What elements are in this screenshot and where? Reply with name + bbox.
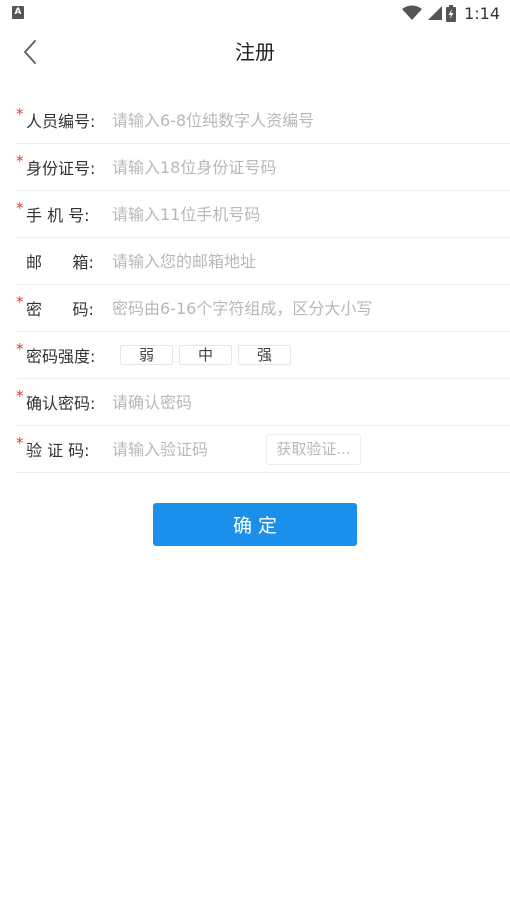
email-input[interactable] (112, 238, 502, 284)
verify-code-row: * 验 证 码: 获取验证... (16, 426, 510, 473)
status-icons: 1:14 (402, 3, 500, 23)
required-mark: * (16, 387, 24, 405)
required-mark: * (16, 105, 24, 123)
nav-bar: 注册 (0, 26, 510, 78)
strength-indicator: 弱 中 强 (120, 345, 291, 365)
required-mark: * (16, 340, 24, 358)
notification-icon: A (12, 6, 24, 19)
back-button[interactable] (14, 36, 46, 68)
signal-icon (428, 6, 443, 20)
verify-code-input[interactable] (112, 426, 262, 472)
password-input[interactable] (112, 285, 502, 331)
submit-button[interactable]: 确定 (153, 503, 357, 546)
phone-row: * 手 机 号: (16, 191, 510, 238)
strength-medium: 中 (179, 345, 232, 365)
phone-label: 手 机 号: (26, 206, 90, 225)
strength-strong: 强 (238, 345, 291, 365)
page-title: 注册 (235, 40, 275, 64)
required-mark: * (16, 434, 24, 452)
required-mark: * (16, 152, 24, 170)
chevron-left-icon (24, 40, 36, 64)
email-row: 邮 箱: (16, 238, 510, 285)
password-label: 密 码: (26, 300, 94, 319)
id-card-input[interactable] (112, 144, 502, 190)
employee-id-label: 人员编号: (26, 112, 96, 131)
required-mark: * (16, 199, 24, 217)
confirm-password-row: * 确认密码: (16, 379, 510, 426)
strength-weak: 弱 (120, 345, 173, 365)
required-mark: * (16, 293, 24, 311)
id-card-row: * 身份证号: (16, 144, 510, 191)
confirm-password-label: 确认密码: (26, 394, 96, 413)
wifi-icon (402, 5, 423, 20)
employee-id-input[interactable] (112, 97, 502, 143)
strength-label: 密码强度: (26, 347, 96, 366)
employee-id-row: * 人员编号: (16, 97, 510, 144)
register-form: * 人员编号: * 身份证号: * 手 机 号: 邮 箱: * 密 码: * 密… (16, 97, 510, 473)
battery-icon (446, 4, 457, 22)
confirm-password-input[interactable] (112, 379, 502, 425)
get-code-button[interactable]: 获取验证... (266, 434, 361, 465)
email-label: 邮 箱: (26, 253, 94, 272)
phone-input[interactable] (112, 191, 502, 237)
verify-code-label: 验 证 码: (26, 441, 90, 460)
status-bar: A 1:14 (0, 0, 510, 26)
strength-row: * 密码强度: 弱 中 强 (16, 332, 510, 379)
id-card-label: 身份证号: (26, 159, 96, 178)
status-time: 1:14 (464, 3, 500, 23)
password-row: * 密 码: (16, 285, 510, 332)
